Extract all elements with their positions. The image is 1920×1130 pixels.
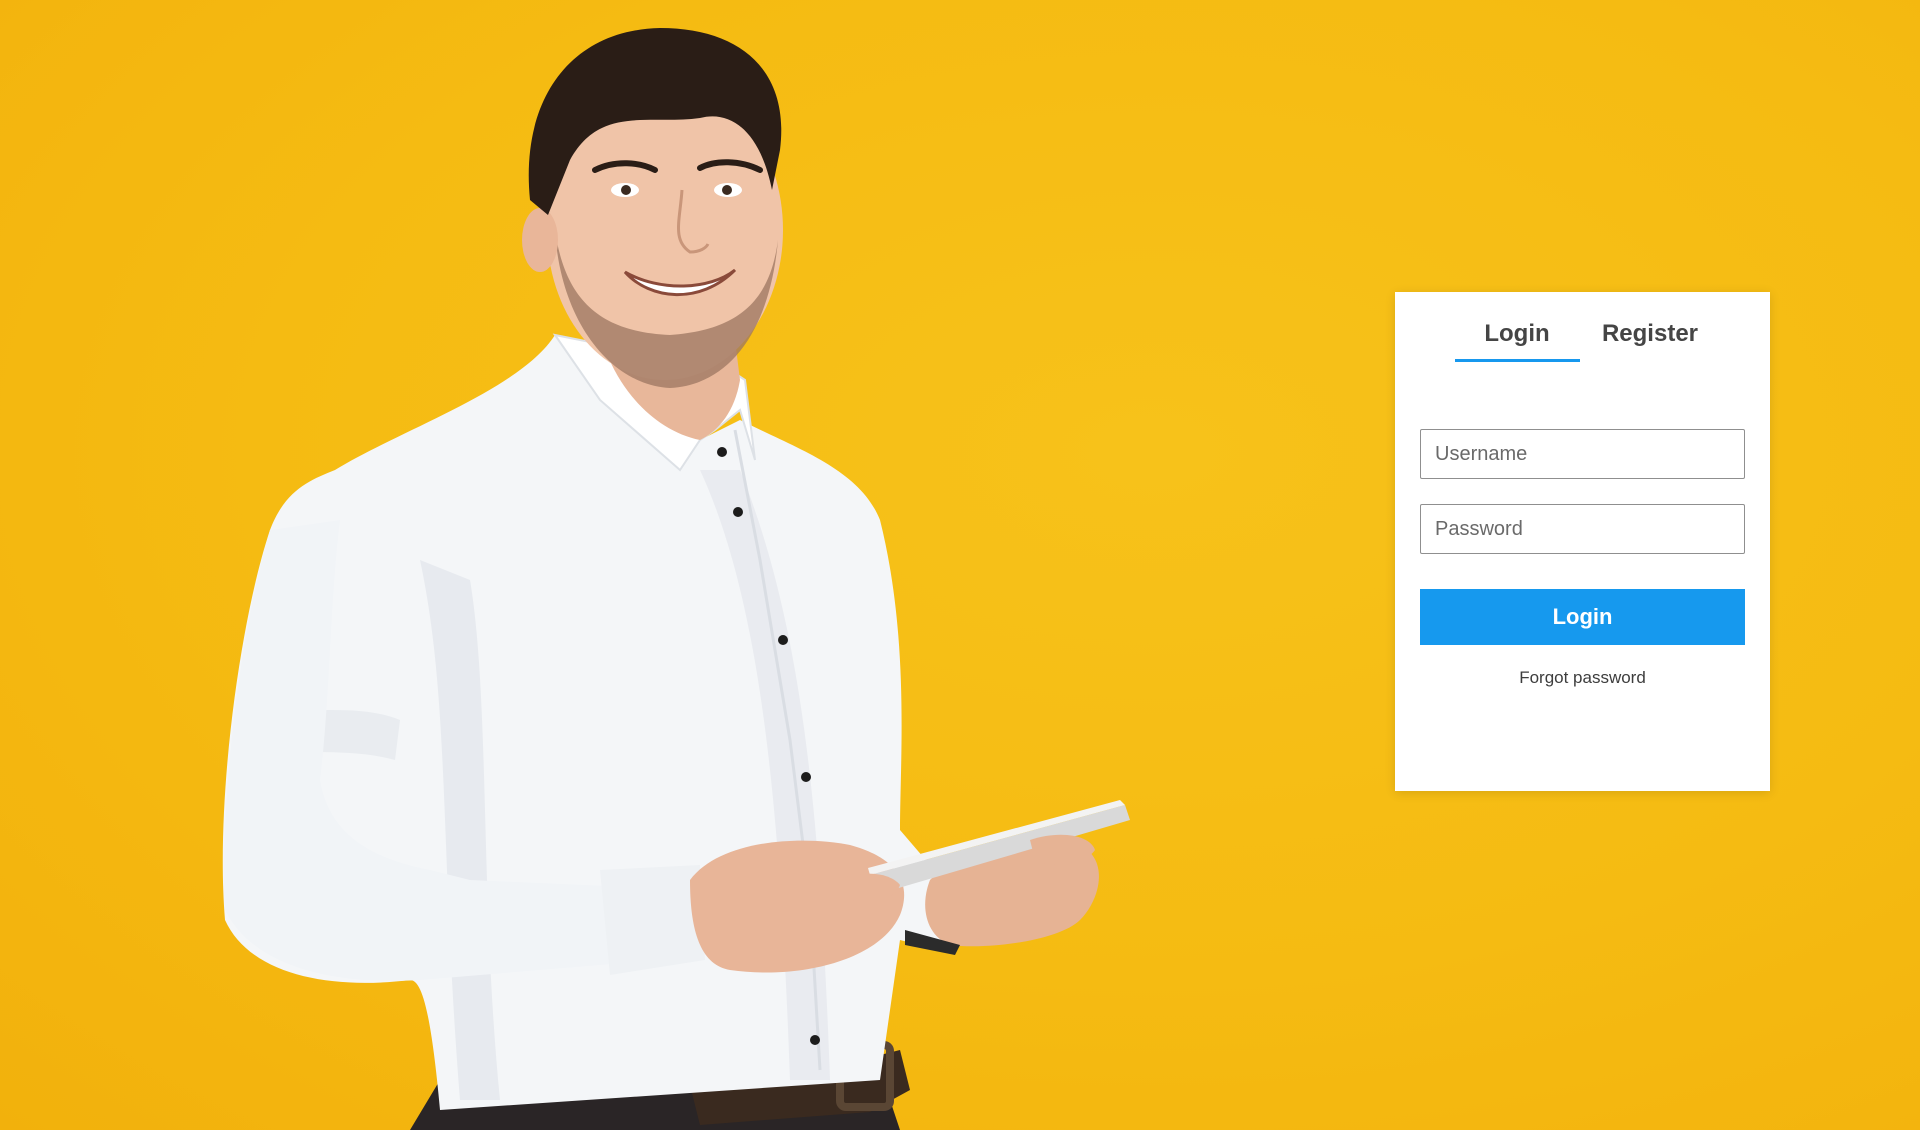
hero-photo — [222, 28, 1130, 1130]
password-input[interactable] — [1420, 504, 1745, 554]
tab-login[interactable]: Login — [1455, 314, 1579, 360]
active-tab-indicator — [1455, 359, 1580, 362]
login-button[interactable]: Login — [1420, 589, 1745, 645]
auth-tabs: Login Register — [1395, 314, 1770, 362]
forgot-password-link[interactable]: Forgot password — [1395, 668, 1770, 688]
username-input[interactable] — [1420, 429, 1745, 479]
login-card: Login Register Login Forgot password — [1395, 292, 1770, 791]
tab-register[interactable]: Register — [1588, 314, 1712, 360]
